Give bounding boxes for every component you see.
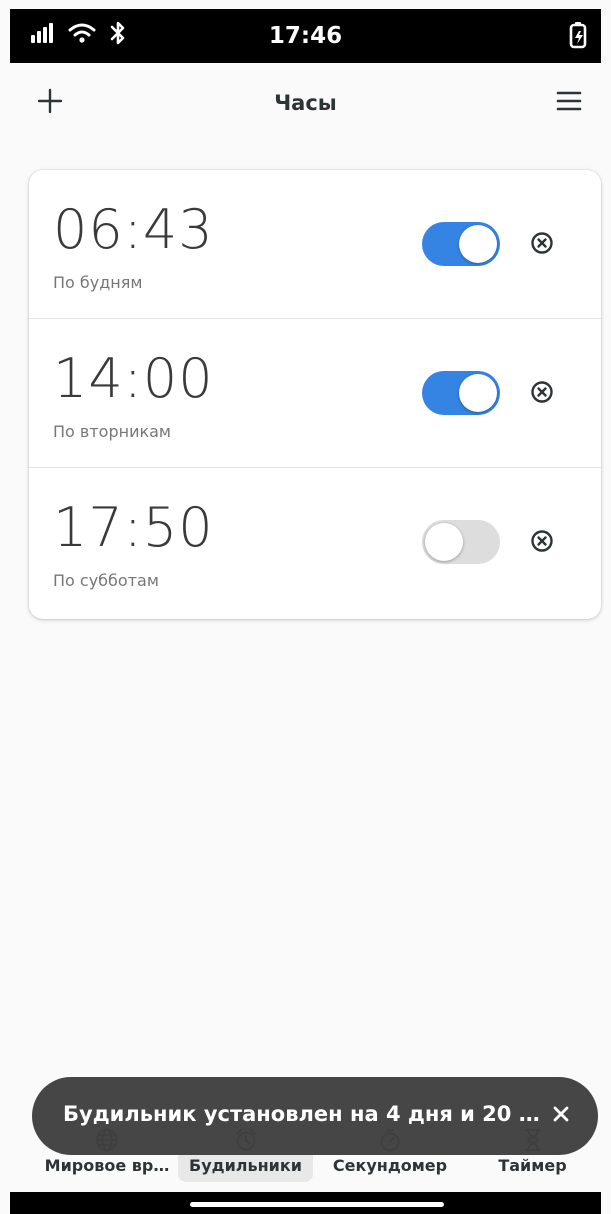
gesture-bar xyxy=(10,1192,601,1214)
header-bar: Часы xyxy=(10,63,601,145)
battery-charging-icon xyxy=(569,21,587,53)
alarm-row[interactable]: 14:00 По вторникам xyxy=(29,319,601,468)
delete-alarm-button[interactable] xyxy=(526,229,558,261)
toast-message: Будильник установлен на 4 дня и 20 … xyxy=(63,1102,540,1126)
alarm-list: 06:43 По будням 14:00 По вторникам 17:50… xyxy=(29,170,601,619)
alarm-row[interactable]: 06:43 По будням xyxy=(29,170,601,319)
alarm-toggle[interactable] xyxy=(422,520,500,564)
tab-label: Будильники xyxy=(189,1156,302,1175)
toggle-knob xyxy=(425,523,463,561)
toast-close-button[interactable] xyxy=(546,1101,576,1131)
alarm-time: 06:43 xyxy=(53,198,214,261)
toast-notification: Будильник установлен на 4 дня и 20 … xyxy=(32,1077,598,1155)
tab-label: Таймер xyxy=(498,1156,567,1175)
main-menu-button[interactable] xyxy=(547,81,591,125)
alarm-time: 14:00 xyxy=(53,347,214,410)
page-title: Часы xyxy=(274,91,337,115)
alarm-toggle[interactable] xyxy=(422,371,500,415)
delete-alarm-button[interactable] xyxy=(526,378,558,410)
alarm-toggle[interactable] xyxy=(422,222,500,266)
toggle-knob xyxy=(459,225,497,263)
close-circle-icon xyxy=(530,231,554,259)
tab-label: Секундомер xyxy=(332,1156,448,1175)
status-time: 17:46 xyxy=(268,23,343,49)
toggle-knob xyxy=(459,374,497,412)
alarm-repeat-label: По субботам xyxy=(53,571,159,590)
hamburger-menu-icon xyxy=(556,90,582,116)
close-circle-icon xyxy=(530,529,554,557)
alarm-time: 17:50 xyxy=(53,496,214,559)
alarm-repeat-label: По вторникам xyxy=(53,422,171,441)
tab-label: Мировое вр… xyxy=(44,1156,170,1175)
status-bar: 17:46 xyxy=(10,9,601,63)
alarm-row[interactable]: 17:50 По субботам xyxy=(29,468,601,619)
close-icon xyxy=(553,1106,569,1126)
alarm-repeat-label: По будням xyxy=(53,273,143,292)
delete-alarm-button[interactable] xyxy=(526,527,558,559)
home-indicator[interactable] xyxy=(190,1202,444,1207)
status-bar-right xyxy=(569,21,587,53)
close-circle-icon xyxy=(530,380,554,408)
